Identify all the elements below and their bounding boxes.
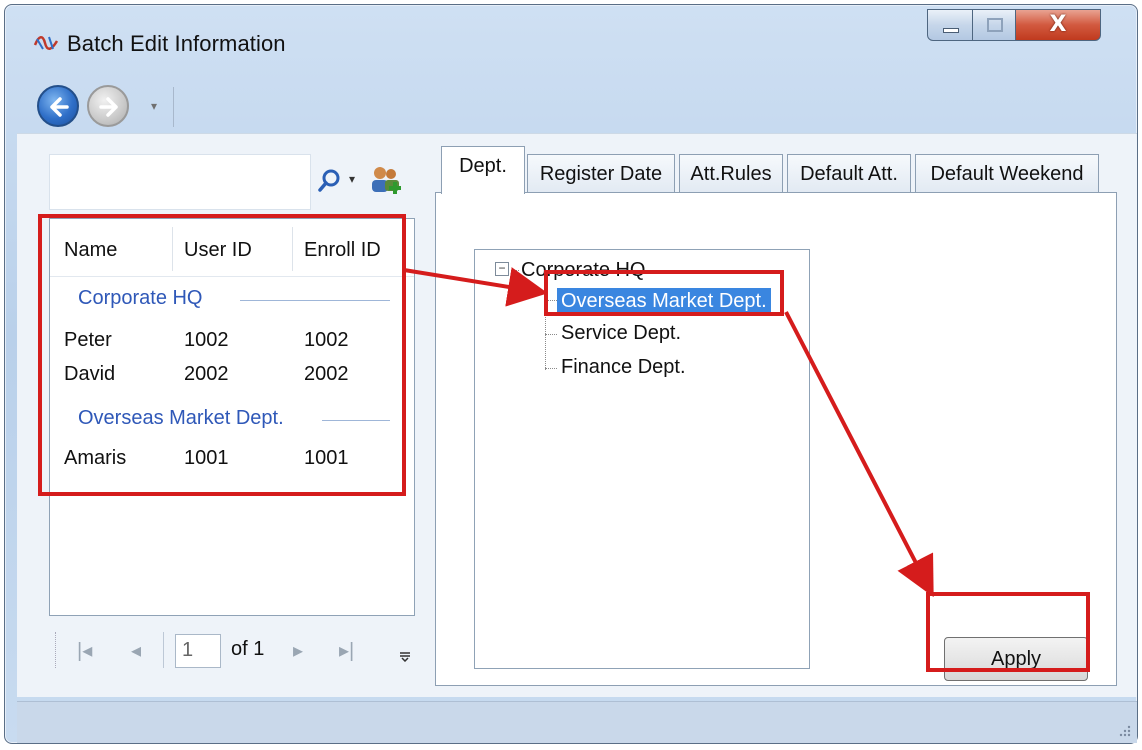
status-bar bbox=[17, 701, 1137, 743]
tree-node-finance[interactable]: Finance Dept. bbox=[561, 356, 686, 379]
highlight-user-list bbox=[38, 214, 406, 496]
tab-default-weekend[interactable]: Default Weekend bbox=[915, 154, 1099, 192]
title-bar: Batch Edit Information X bbox=[5, 5, 1137, 75]
minimize-icon bbox=[943, 28, 959, 33]
close-icon: X bbox=[1049, 12, 1067, 37]
search-input[interactable] bbox=[49, 154, 311, 210]
app-logo-icon bbox=[33, 33, 59, 55]
window-title: Batch Edit Information bbox=[67, 31, 286, 56]
tree-connector bbox=[545, 368, 557, 369]
highlight-apply-button bbox=[926, 592, 1090, 672]
first-page-icon[interactable]: |◂ bbox=[77, 638, 92, 663]
tree-connector bbox=[545, 334, 557, 335]
navigation-bar: ▾ bbox=[17, 77, 1137, 133]
last-page-icon[interactable]: ▸| bbox=[339, 638, 354, 663]
collapse-icon[interactable]: − bbox=[495, 262, 509, 276]
previous-page-icon[interactable]: ◂ bbox=[131, 638, 141, 663]
pager-separator bbox=[163, 632, 164, 668]
back-arrow-icon bbox=[50, 97, 69, 117]
pager-toolbar: |◂ ◂ 1 of 1 ▸ ▸| bbox=[49, 626, 415, 682]
search-dropdown[interactable]: ▾ bbox=[349, 172, 355, 186]
close-button[interactable]: X bbox=[1015, 9, 1101, 41]
minimize-button[interactable] bbox=[927, 9, 973, 41]
forward-arrow-icon bbox=[99, 97, 118, 117]
toolbar-overflow-icon[interactable] bbox=[399, 650, 411, 662]
maximize-button[interactable] bbox=[972, 9, 1016, 41]
history-dropdown[interactable]: ▾ bbox=[151, 99, 157, 113]
toolbar-separator bbox=[173, 87, 174, 127]
tree-connector bbox=[511, 270, 519, 271]
toolbar-grip bbox=[55, 632, 56, 668]
tab-register-date[interactable]: Register Date bbox=[527, 154, 675, 192]
tab-default-att[interactable]: Default Att. bbox=[787, 154, 911, 192]
page-number-input[interactable]: 1 bbox=[175, 634, 221, 668]
back-button[interactable] bbox=[37, 85, 79, 127]
magnifier-icon[interactable] bbox=[317, 168, 343, 194]
tree-node-service[interactable]: Service Dept. bbox=[561, 322, 681, 345]
forward-button[interactable] bbox=[87, 85, 129, 127]
resize-grip-icon[interactable] bbox=[1117, 723, 1131, 737]
tab-dept[interactable]: Dept. bbox=[441, 146, 525, 194]
tab-att-rules[interactable]: Att.Rules bbox=[679, 154, 783, 192]
add-user-icon[interactable] bbox=[369, 164, 403, 196]
next-page-icon[interactable]: ▸ bbox=[293, 638, 303, 663]
highlight-selected-dept bbox=[544, 270, 784, 316]
maximize-icon bbox=[987, 18, 1003, 32]
page-count-label: of 1 bbox=[231, 638, 265, 660]
